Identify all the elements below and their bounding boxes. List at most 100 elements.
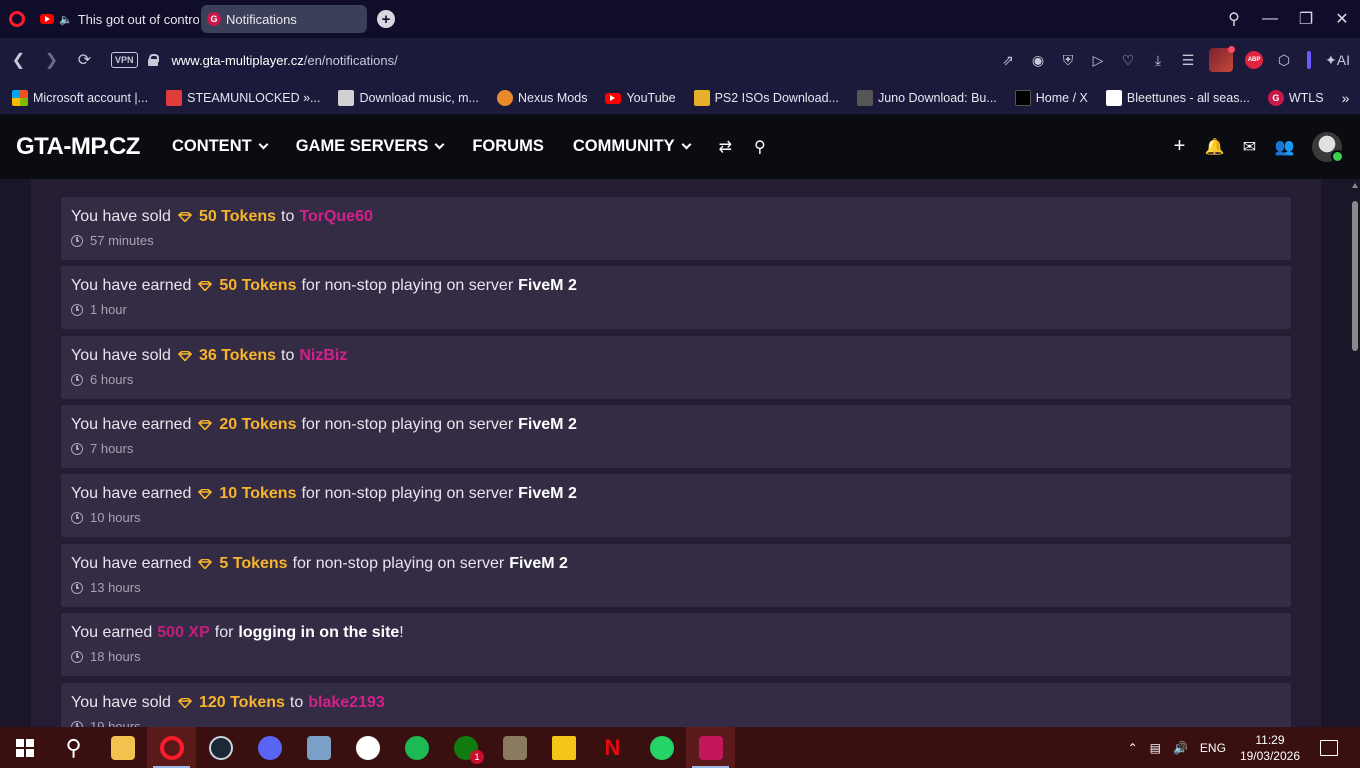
bell-icon[interactable]: 🔔 xyxy=(1197,137,1232,157)
notification-item[interactable]: You have sold 120 Tokens to blake2193 19… xyxy=(61,683,1291,727)
user-link[interactable]: NizBiz xyxy=(299,347,347,365)
minimize-button[interactable]: — xyxy=(1252,10,1288,28)
taskbar-snipping-tool[interactable] xyxy=(686,727,735,768)
nav-forums[interactable]: FORUMS xyxy=(472,137,544,156)
notification-item[interactable]: You have earned 5 Tokens for non-stop pl… xyxy=(61,544,1291,607)
notification-mid: to xyxy=(281,208,295,225)
notification-item[interactable]: You have sold 36 Tokens to NizBiz 6 hour… xyxy=(61,336,1291,399)
reload-button[interactable]: ⟳ xyxy=(68,50,101,70)
add-icon[interactable]: + xyxy=(1162,135,1197,158)
camera-icon[interactable]: ◉ xyxy=(1023,52,1053,69)
token-amount: 5 Tokens xyxy=(219,555,288,572)
scroll-up-arrow[interactable] xyxy=(1352,183,1358,188)
user-link[interactable]: blake2193 xyxy=(308,694,385,712)
search-button[interactable]: ⚲ xyxy=(49,727,98,768)
friends-icon[interactable]: 👥 xyxy=(1267,137,1302,157)
notification-mid: for non-stop playing on server xyxy=(301,485,514,502)
speaker-icon[interactable]: 🔈 xyxy=(59,13,73,26)
x-icon xyxy=(1014,90,1031,106)
user-link[interactable]: TorQue60 xyxy=(299,208,373,226)
play-icon[interactable]: ▷ xyxy=(1083,52,1113,69)
language-indicator[interactable]: ENG xyxy=(1200,741,1226,755)
clock[interactable]: 11:29 19/03/2026 xyxy=(1240,732,1300,764)
vpn-badge[interactable]: VPN xyxy=(111,52,138,68)
shuffle-icon[interactable]: ⇄ xyxy=(719,137,732,157)
profile-avatar[interactable] xyxy=(1209,46,1236,72)
taskbar-app[interactable] xyxy=(294,727,343,768)
taskbar-game[interactable] xyxy=(490,727,539,768)
url-field[interactable]: www.gta-multiplayer.cz/en/notifications/ xyxy=(172,53,398,68)
adblock-icon[interactable]: ABP xyxy=(1245,51,1264,69)
taskbar-steam[interactable] xyxy=(196,727,245,768)
nav-community[interactable]: COMMUNITY xyxy=(573,137,692,156)
taskbar-itunes[interactable] xyxy=(343,727,392,768)
search-icon[interactable]: ⚲ xyxy=(754,137,766,157)
notification-item[interactable]: You earned 500 XP for logging in on the … xyxy=(61,613,1291,676)
notification-item[interactable]: You have earned 50 Tokens for non-stop p… xyxy=(61,266,1291,329)
network-icon[interactable]: ▤ xyxy=(1150,741,1161,755)
bookmark-nexus-mods[interactable]: Nexus Mods xyxy=(496,90,587,106)
scroll-thumb[interactable] xyxy=(1352,201,1358,351)
user-avatar[interactable] xyxy=(1312,131,1344,163)
chevron-up-icon[interactable]: ⌃ xyxy=(1128,741,1138,755)
clock-date: 19/03/2026 xyxy=(1239,748,1300,763)
volume-icon[interactable]: 🔊 xyxy=(1173,741,1188,755)
nav-content[interactable]: CONTENT xyxy=(172,137,269,156)
taskbar-netflix[interactable]: N xyxy=(588,727,637,768)
extensions-cube-icon[interactable]: ⬡ xyxy=(1269,52,1299,69)
bookmark-download-music[interactable]: Download music, m... xyxy=(338,90,479,106)
mail-icon[interactable]: ✉ xyxy=(1232,137,1267,157)
notification-text: You have earned 5 Tokens for non-stop pl… xyxy=(71,555,1281,573)
bookmark-juno[interactable]: Juno Download: Bu... xyxy=(856,90,997,106)
easy-setup-icon[interactable]: ☰ xyxy=(1173,52,1203,69)
taskbar-whatsapp[interactable] xyxy=(637,727,686,768)
more-bookmarks-icon[interactable]: » xyxy=(1342,90,1350,106)
site-logo[interactable]: GTA-MP.CZ xyxy=(16,133,140,161)
clock-icon xyxy=(71,581,83,594)
taskbar-discord[interactable] xyxy=(245,727,294,768)
notification-item[interactable]: You have earned 10 Tokens for non-stop p… xyxy=(61,474,1291,537)
download-icon[interactable]: ⤓ xyxy=(1143,52,1173,69)
taskbar-spotify[interactable] xyxy=(392,727,441,768)
share-icon[interactable]: ⇗ xyxy=(993,52,1023,69)
chevron-down-icon xyxy=(434,139,445,150)
page-scrollbar[interactable] xyxy=(1350,179,1360,727)
heart-icon[interactable]: ♡ xyxy=(1113,52,1143,69)
token-gem-icon xyxy=(177,212,192,222)
start-button[interactable] xyxy=(0,727,49,768)
lock-icon[interactable] xyxy=(147,54,159,66)
taskbar-opera[interactable] xyxy=(147,727,196,768)
tab-label: This got out of control xyxy=(77,11,199,27)
notification-item[interactable]: You have earned 20 Tokens for non-stop p… xyxy=(61,405,1291,468)
bookmark-microsoft[interactable]: Microsoft account |... xyxy=(12,90,148,106)
new-tab-button[interactable]: + xyxy=(377,10,395,28)
opera-menu-icon[interactable] xyxy=(0,0,34,38)
bookmark-ps2-isos[interactable]: PS2 ISOs Download... xyxy=(693,90,839,106)
back-button[interactable]: ❮ xyxy=(2,50,35,70)
chevron-down-icon xyxy=(258,139,269,150)
taskbar-sticky-notes[interactable] xyxy=(539,727,588,768)
bookmark-bleettunes[interactable]: Bleettunes - all seas... xyxy=(1105,90,1250,106)
bookmark-steamunlocked[interactable]: STEAMUNLOCKED »... xyxy=(166,90,320,106)
bookmark-label: Home / X xyxy=(1035,91,1088,105)
shield-icon[interactable]: ⛨ xyxy=(1053,52,1083,69)
nav-game-servers[interactable]: GAME SERVERS xyxy=(296,137,445,156)
bookmark-x[interactable]: Home / X xyxy=(1014,90,1088,106)
close-window-button[interactable]: ✕ xyxy=(1324,9,1360,29)
tab-youtube[interactable]: 🔈 This got out of control xyxy=(34,5,199,33)
bookmark-wtls[interactable]: G WTLS xyxy=(1267,90,1324,106)
notification-item[interactable]: You have sold 50 Tokens to TorQue60 57 m… xyxy=(61,197,1291,260)
notification-mid: for non-stop playing on server xyxy=(301,416,514,433)
taskbar-xbox[interactable]: 1 xyxy=(441,727,490,768)
search-tabs-icon[interactable]: ⚲ xyxy=(1216,9,1252,29)
maximize-button[interactable]: ❐ xyxy=(1288,9,1324,29)
forward-button[interactable]: ❯ xyxy=(35,50,68,70)
tab-notifications[interactable]: G Notifications xyxy=(201,5,367,33)
taskbar-file-explorer[interactable] xyxy=(98,727,147,768)
action-center-icon[interactable] xyxy=(1320,739,1338,756)
bookmarks-bar: Microsoft account |... STEAMUNLOCKED »..… xyxy=(0,82,1360,114)
ai-button[interactable]: ✦AI xyxy=(1319,52,1360,69)
bookmark-youtube[interactable]: YouTube xyxy=(605,91,676,105)
sticky-notes-icon xyxy=(551,735,576,760)
bookmark-label: Download music, m... xyxy=(359,91,479,105)
